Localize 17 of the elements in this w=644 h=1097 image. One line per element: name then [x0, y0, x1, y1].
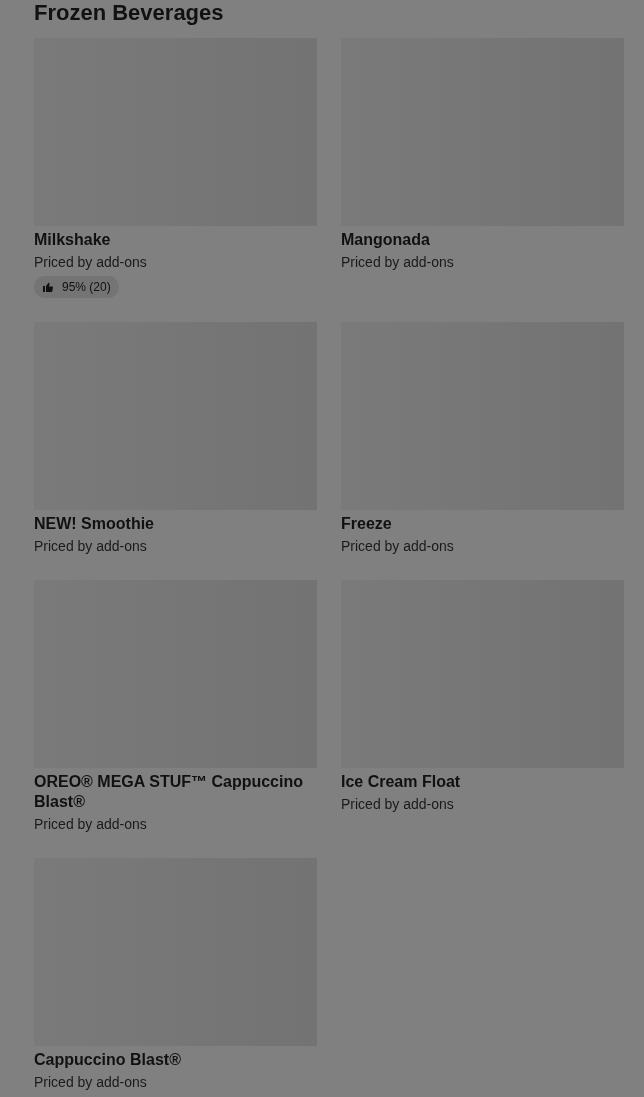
thumbs-up-icon: [42, 281, 54, 293]
section-title: Frozen Beverages: [34, 0, 225, 26]
item-price: Priced by add-ons: [341, 253, 455, 272]
rating-text: 95% (20): [62, 279, 111, 296]
item-name: NEW! Smoothie: [34, 514, 155, 534]
item-price: Priced by add-ons: [34, 1073, 148, 1092]
item-price: Priced by add-ons: [341, 795, 455, 814]
item-price: Priced by add-ons: [34, 537, 148, 556]
item-price: Priced by add-ons: [34, 253, 148, 272]
item-price: Priced by add-ons: [341, 537, 455, 556]
item-name: Milkshake: [34, 230, 112, 250]
item-name: OREO® MEGA STUF™ Cappuccino Blast®: [34, 772, 304, 812]
item-price: Priced by add-ons: [34, 815, 148, 834]
item-name: Freeze: [341, 514, 393, 534]
item-name: Cappuccino Blast®: [34, 1050, 182, 1070]
item-name: Ice Cream Float: [341, 772, 462, 792]
item-name: Mangonada: [341, 230, 431, 250]
